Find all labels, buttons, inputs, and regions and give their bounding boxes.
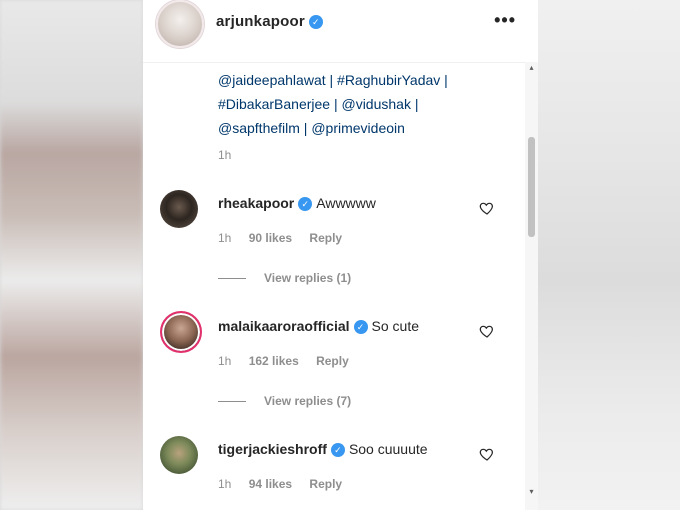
- comment-body: Awwwww: [316, 195, 376, 211]
- verified-badge-icon: ✓: [353, 320, 368, 335]
- comment-time[interactable]: 1h: [218, 477, 231, 491]
- like-heart-icon[interactable]: [479, 446, 495, 462]
- caption-line[interactable]: @jaideepahlawat | #RaghubirYadav |: [218, 68, 488, 92]
- background-right: [538, 0, 680, 510]
- like-heart-icon[interactable]: [479, 323, 495, 339]
- comment-likes[interactable]: 94 likes: [249, 477, 292, 491]
- reply-button[interactable]: Reply: [309, 477, 342, 491]
- scroll-up-icon[interactable]: ▴: [528, 64, 535, 72]
- comment-text: rheakapoor ✓ Awwwww: [218, 195, 376, 212]
- view-replies-label[interactable]: View replies (7): [264, 394, 351, 408]
- commenter-avatar[interactable]: [160, 311, 202, 353]
- verified-badge-icon: ✓: [330, 443, 345, 458]
- comment-likes[interactable]: 162 likes: [249, 354, 299, 368]
- view-replies-button[interactable]: View replies (7): [218, 394, 351, 408]
- post-caption: @jaideepahlawat | #RaghubirYadav | #Diba…: [218, 68, 488, 140]
- comment-time[interactable]: 1h: [218, 231, 231, 245]
- post-header: arjunkapoor ✓ •••: [143, 0, 538, 63]
- replies-divider: [218, 401, 246, 403]
- comment-meta: 1h 90 likes Reply: [218, 231, 356, 245]
- comment-likes[interactable]: 90 likes: [249, 231, 292, 245]
- comment-text: tigerjackieshroff ✓ Soo cuuuute: [218, 441, 428, 458]
- caption-line[interactable]: @sapfthefilm | @primevideoin: [218, 116, 488, 140]
- reply-button[interactable]: Reply: [309, 231, 342, 245]
- instagram-post-panel: arjunkapoor ✓ ••• @jaideepahlawat | #Ragh…: [143, 0, 538, 510]
- post-author-name[interactable]: arjunkapoor: [216, 13, 305, 30]
- like-heart-icon[interactable]: [479, 200, 495, 216]
- comment-meta: 1h 94 likes Reply: [218, 477, 356, 491]
- reply-button[interactable]: Reply: [316, 354, 349, 368]
- verified-badge-icon: ✓: [308, 15, 323, 30]
- comments-scrollbar[interactable]: ▴ ▾: [525, 62, 538, 510]
- caption-timestamp[interactable]: 1h: [218, 148, 231, 162]
- post-author-avatar[interactable]: [156, 0, 204, 48]
- caption-line[interactable]: #DibakarBanerjee | @vidushak |: [218, 92, 488, 116]
- view-replies-button[interactable]: View replies (1): [218, 271, 351, 285]
- verified-badge-icon: ✓: [298, 197, 313, 212]
- commenter-username[interactable]: tigerjackieshroff: [218, 441, 327, 457]
- comment-text: malaikaaroraofficial ✓ So cute: [218, 318, 419, 335]
- comment-body: So cute: [371, 318, 419, 334]
- comment-item: tigerjackieshroff ✓ Soo cuuuute 1h 94 like…: [143, 432, 538, 510]
- replies-divider: [218, 278, 246, 280]
- post-author-username[interactable]: arjunkapoor ✓: [216, 13, 323, 30]
- scrollbar-thumb[interactable]: [528, 137, 535, 237]
- commenter-username[interactable]: malaikaaroraofficial: [218, 318, 350, 334]
- comment-time[interactable]: 1h: [218, 354, 231, 368]
- scroll-down-icon[interactable]: ▾: [528, 488, 535, 496]
- more-options-icon[interactable]: •••: [494, 10, 516, 31]
- comment-item: rheakapoor ✓ Awwwww 1h 90 likes Reply View…: [143, 186, 538, 286]
- commenter-avatar[interactable]: [160, 190, 198, 228]
- commenter-avatar[interactable]: [160, 436, 198, 474]
- comment-meta: 1h 162 likes Reply: [218, 354, 363, 368]
- comment-body: Soo cuuuute: [348, 441, 428, 457]
- background-left: [0, 0, 143, 510]
- comment-item: malaikaaroraofficial ✓ So cute 1h 162 like…: [143, 309, 538, 409]
- commenter-username[interactable]: rheakapoor: [218, 195, 294, 211]
- view-replies-label[interactable]: View replies (1): [264, 271, 351, 285]
